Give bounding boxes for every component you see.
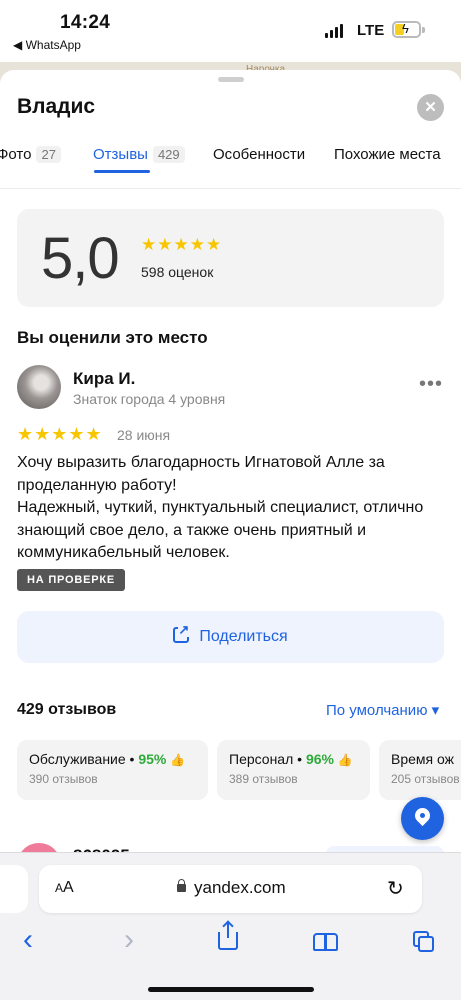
aa-big: A [63, 879, 74, 896]
reviewer-name[interactable]: Кира И. [73, 369, 135, 389]
review-stars-icon: ★★★★★ [17, 424, 103, 444]
tab-count: 27 [36, 146, 61, 163]
rating-stars-icon: ★★★★★ [141, 235, 223, 254]
tab-similar-places[interactable]: Похожие места [334, 146, 441, 163]
home-indicator[interactable] [148, 987, 314, 992]
share-icon [173, 623, 190, 643]
aa-small: A [55, 881, 64, 895]
tabs-icon[interactable] [413, 931, 435, 953]
tab-reviews[interactable]: Отзывы 429 [93, 146, 185, 163]
review-text: Хочу выразить благодарность Игнатовой Ал… [17, 454, 424, 562]
active-tab-indicator [94, 170, 150, 173]
reload-icon[interactable]: ↻ [387, 876, 404, 901]
aspect-name: Персонал • [229, 751, 303, 767]
browser-toolbar: ‹ › [0, 922, 461, 965]
avatar[interactable] [17, 365, 61, 409]
status-badge: НА ПРОВЕРКЕ [17, 569, 126, 591]
status-bar: 14:24 ◀ WhatsApp LTE ϟ [0, 0, 461, 62]
back-to-app-link[interactable]: ◀ WhatsApp [13, 38, 81, 52]
forward-button[interactable]: › [124, 923, 134, 957]
tab-bar: Фото 27 Отзывы 429 Особенности Похожие мес… [0, 140, 461, 180]
review-date: 28 июня [117, 427, 171, 443]
share-icon[interactable] [218, 922, 238, 950]
bookmarks-icon[interactable] [313, 933, 339, 951]
reader-settings-button[interactable]: AA [55, 879, 74, 897]
url-text[interactable]: yandex.com [194, 878, 286, 898]
sort-dropdown[interactable]: По умолчанию ▾ [326, 701, 439, 719]
aspect-chip-service[interactable]: Обслуживание • 95% 👍 390 отзывов [17, 740, 208, 800]
more-options-button[interactable]: ••• [419, 373, 443, 396]
tab-photos[interactable]: Фото 27 [0, 146, 61, 163]
tab-features[interactable]: Особенности [213, 146, 305, 163]
signal-icon [325, 24, 343, 38]
tab-label: Особенности [213, 146, 306, 163]
back-button[interactable]: ‹ [23, 923, 33, 957]
aspect-count: 390 отзывов [29, 772, 98, 786]
reviews-count: 429 отзывов [17, 701, 117, 718]
reviewer-level: Знаток города 4 уровня [73, 391, 226, 407]
rating-value: 5,0 [41, 226, 120, 291]
rating-summary-card: 5,0 ★★★★★ 598 оценок [17, 209, 444, 307]
aspect-chip-staff[interactable]: Персонал • 96% 👍 389 отзывов [217, 740, 370, 800]
tab-label: Отзывы [93, 146, 148, 163]
aspect-name: Время ож [391, 751, 454, 767]
aspect-name: Обслуживание • [29, 751, 135, 767]
aspect-percent: 95% [138, 751, 167, 767]
lock-icon [177, 879, 186, 892]
place-card-sheet: Владис ✕ Фото 27 Отзывы 429 Особенности По… [0, 70, 461, 870]
aspect-count: 205 отзывов [391, 772, 460, 786]
divider [0, 188, 461, 189]
share-button-label: Поделиться [199, 628, 288, 645]
previous-tab-preview[interactable] [0, 865, 28, 913]
your-review-heading: Вы оценили это место [17, 328, 208, 347]
place-title: Владис [17, 95, 96, 118]
aspect-chip-wait-time[interactable]: Время ож 205 отзывов [379, 740, 461, 800]
tab-count: 429 [152, 146, 185, 163]
browser-bottom-bar: AA yandex.com ↻ ‹ › [0, 852, 461, 1000]
address-bar[interactable]: AA yandex.com ↻ [39, 865, 422, 913]
sheet-grabber[interactable] [218, 77, 244, 82]
aspect-count: 389 отзывов [229, 772, 298, 786]
network-type: LTE [357, 22, 385, 39]
share-button[interactable]: Поделиться [17, 611, 444, 663]
battery-tip [422, 27, 425, 33]
thumbs-up-icon: 👍 [337, 753, 353, 767]
tab-label: Похожие места [334, 146, 441, 163]
tab-label: Фото [0, 146, 32, 163]
location-pin-icon [411, 804, 434, 827]
rating-count: 598 оценок [141, 264, 214, 280]
close-button[interactable]: ✕ [417, 94, 444, 121]
aspect-percent: 96% [305, 751, 334, 767]
status-time: 14:24 [60, 12, 111, 33]
navigation-fab[interactable] [401, 797, 444, 840]
battery-icon: ϟ [392, 21, 421, 38]
thumbs-up-icon: 👍 [170, 753, 186, 767]
